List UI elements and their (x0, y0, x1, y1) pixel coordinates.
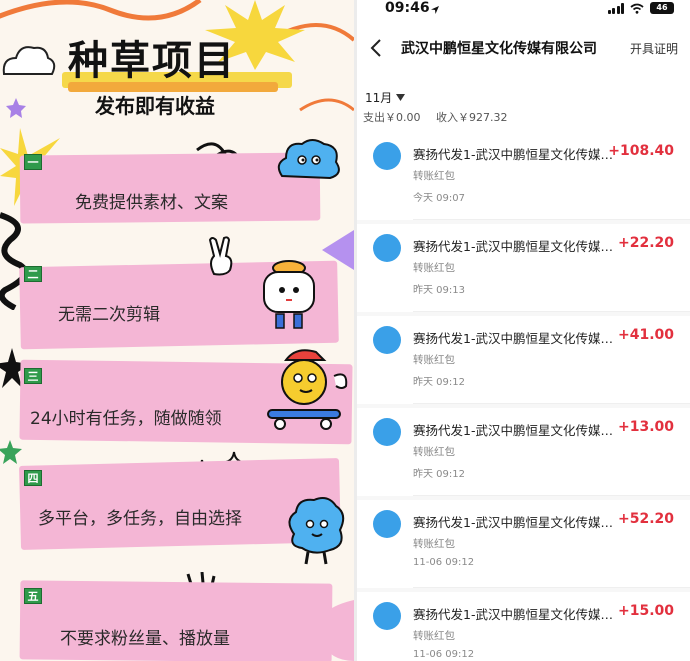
expense-total: 支出￥0.00 (363, 111, 421, 124)
transaction-time: 昨天 09:12 (413, 377, 465, 388)
blue-cloud-character-icon (277, 139, 340, 180)
row-divider (413, 311, 690, 312)
purple-star-decoration (6, 98, 26, 118)
transaction-time: 昨天 09:12 (413, 469, 465, 480)
transaction-name: 赛扬代发1-武汉中鹏恒星文化传媒有限公司 (413, 423, 613, 438)
transaction-name: 赛扬代发1-武汉中鹏恒星文化传媒有限公司 (413, 147, 613, 162)
row-divider (413, 219, 690, 220)
transaction-amount: +41.00 (617, 327, 674, 343)
user-avatar-icon (373, 234, 401, 262)
transaction-amount: +15.00 (617, 603, 674, 619)
poster-subtitle: 发布即有收益 (95, 94, 215, 118)
transaction-list[interactable]: 赛扬代发1-武汉中鹏恒星文化传媒有限公司 +108.40 转账红包 今天 09:… (357, 132, 690, 661)
location-arrow-icon (431, 6, 439, 14)
status-indicators: 46 (607, 2, 674, 14)
status-time: 09:46 (385, 0, 430, 16)
transaction-row[interactable]: 赛扬代发1-武汉中鹏恒星文化传媒有限公司 +15.00 转账红包 11-06 0… (357, 592, 690, 661)
transaction-type: 转账红包 (413, 354, 455, 366)
transaction-amount: +13.00 (617, 419, 674, 435)
transaction-name: 赛扬代发1-武汉中鹏恒星文化传媒有限公司 (413, 515, 613, 530)
wifi-icon (630, 3, 644, 14)
back-arrow-icon[interactable] (365, 36, 389, 60)
user-avatar-icon (373, 142, 401, 170)
page-title: 武汉中鹏恒星文化传媒有限公司 (401, 41, 597, 57)
transaction-type: 转账红包 (413, 630, 455, 642)
transaction-time: 11-06 09:12 (413, 649, 475, 660)
month-summary: 支出￥0.00 收入￥927.32 (363, 109, 520, 125)
user-avatar-icon (373, 418, 401, 446)
feature-number-3: 三 (24, 368, 42, 384)
transaction-name: 赛扬代发1-武汉中鹏恒星文化传媒有限公司 (413, 331, 613, 346)
transaction-type: 转账红包 (413, 170, 455, 182)
transaction-amount: +22.20 (617, 235, 674, 251)
promo-poster: 种草项目 发布即有收益 一 免费提供素材、文案 二 无需二次剪辑 三 24小时有… (0, 0, 354, 661)
feature-text-2: 无需二次剪辑 (58, 305, 160, 325)
transaction-time: 昨天 09:13 (413, 285, 465, 296)
user-avatar-icon (373, 510, 401, 538)
month-label: 11月 (365, 91, 393, 105)
cellular-signal-icon (607, 2, 624, 14)
transaction-row[interactable]: 赛扬代发1-武汉中鹏恒星文化传媒有限公司 +22.20 转账红包 昨天 09:1… (357, 224, 690, 312)
transaction-type: 转账红包 (413, 538, 455, 550)
marshmallow-character-icon (263, 260, 315, 329)
poster-title: 种草项目 (68, 38, 236, 84)
row-divider (413, 587, 690, 588)
transaction-row[interactable]: 赛扬代发1-武汉中鹏恒星文化传媒有限公司 +41.00 转账红包 昨天 09:1… (357, 316, 690, 404)
transaction-row[interactable]: 赛扬代发1-武汉中鹏恒星文化传媒有限公司 +108.40 转账红包 今天 09:… (357, 132, 690, 220)
feature-number-2: 二 (24, 266, 42, 282)
transaction-row[interactable]: 赛扬代发1-武汉中鹏恒星文化传媒有限公司 +52.20 转账红包 11-06 0… (357, 500, 690, 588)
transaction-type: 转账红包 (413, 262, 455, 274)
transaction-name: 赛扬代发1-武汉中鹏恒星文化传媒有限公司 (413, 607, 613, 622)
blue-puff-character-icon (288, 497, 345, 565)
transaction-name: 赛扬代发1-武汉中鹏恒星文化传媒有限公司 (413, 239, 613, 254)
transaction-row[interactable]: 赛扬代发1-武汉中鹏恒星文化传媒有限公司 +13.00 转账红包 昨天 09:1… (357, 408, 690, 496)
peace-hand-icon (208, 236, 233, 276)
user-avatar-icon (373, 326, 401, 354)
dropdown-triangle-icon (396, 94, 406, 101)
row-divider (413, 403, 690, 404)
cloud-outline-decoration (2, 46, 56, 75)
transaction-time: 11-06 09:12 (413, 557, 475, 568)
transaction-time: 今天 09:07 (413, 193, 465, 204)
income-total: 收入￥927.32 (436, 111, 508, 124)
user-avatar-icon (373, 602, 401, 630)
feature-text-5: 不要求粉丝量、播放量 (60, 629, 230, 649)
skateboard-character-icon (267, 349, 348, 430)
transaction-amount: +108.40 (608, 143, 674, 159)
feature-text-3: 24小时有任务，随做随领 (30, 409, 222, 429)
feature-text-1: 免费提供素材、文案 (75, 193, 228, 213)
feature-number-1: 一 (24, 154, 42, 170)
feature-text-4: 多平台，多任务，自由选择 (38, 509, 242, 529)
wallet-bill-screen: 09:46 46 武汉中鹏恒星文化传媒有限公司 开具证明 11月 支出￥0.00… (357, 0, 690, 661)
transaction-amount: +52.20 (617, 511, 674, 527)
issue-certificate-link[interactable]: 开具证明 (630, 40, 678, 57)
feature-number-5: 五 (24, 588, 42, 604)
battery-icon: 46 (650, 2, 674, 14)
month-selector[interactable]: 11月 (365, 89, 406, 106)
row-divider (413, 495, 690, 496)
transaction-type: 转账红包 (413, 446, 455, 458)
feature-number-4: 四 (24, 470, 42, 486)
